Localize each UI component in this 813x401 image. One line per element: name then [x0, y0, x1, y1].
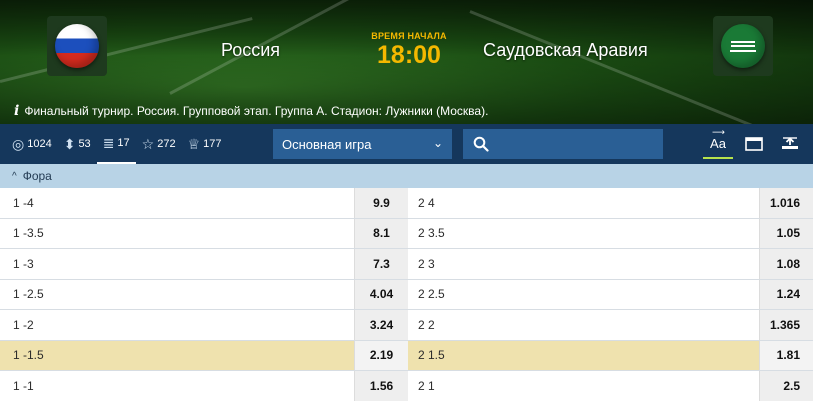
arrow-right-icon: ⟶ — [712, 126, 725, 137]
left-odd-button[interactable]: 9.9 — [354, 188, 408, 218]
start-time-label: ВРЕМЯ НАЧАЛА — [371, 31, 447, 41]
left-handicap-label: 1 -3.5 — [13, 226, 44, 241]
left-handicap-label: 1 -4 — [13, 195, 34, 210]
table-row: 1 -1.5 2.19 2 1.5 1.81 — [0, 340, 813, 371]
left-odd-button[interactable]: 8.1 — [354, 218, 408, 248]
table-row: 1 -2.5 4.04 2 2.5 1.24 — [0, 279, 813, 310]
all-markets-filter[interactable]: ◎ 1024 — [6, 124, 58, 164]
saudi-arabia-flag-icon — [721, 24, 765, 68]
star-icon: ☆ — [141, 135, 155, 152]
left-handicap-label: 1 -2 — [13, 317, 34, 332]
window-icon — [745, 137, 763, 151]
market-toolbar: ◎ 1024 ⬍ 53 ≣ 17 ☆ 272 ♕ 177 Основная иг… — [0, 124, 813, 164]
home-team-flag — [47, 16, 107, 76]
bars-icon: ≣ — [102, 134, 115, 151]
section-title: Фора — [22, 169, 52, 183]
search-input[interactable] — [463, 129, 663, 159]
left-odd-button[interactable]: 1.56 — [354, 371, 408, 401]
right-odd-button[interactable]: 1.24 — [759, 279, 813, 309]
table-row: 1 -4 9.9 2 4 1.016 — [0, 188, 813, 219]
right-handicap-label: 2 2.5 — [418, 287, 445, 302]
away-team-flag — [713, 16, 773, 76]
table-row: 1 -3 7.3 2 3 1.08 — [0, 249, 813, 280]
right-handicap-label: 2 1 — [418, 378, 435, 393]
stat-count: 1024 — [27, 138, 52, 150]
stat-count: 17 — [117, 137, 130, 149]
handicap-section-header[interactable]: ^ Фора — [0, 164, 813, 188]
left-handicap-label: 1 -1 — [13, 378, 34, 393]
market-select-value: Основная игра — [282, 136, 372, 152]
right-handicap-label: 2 2 — [418, 317, 435, 332]
stat-count: 272 — [157, 138, 176, 150]
chevron-down-icon: ⌄ — [432, 136, 443, 150]
right-handicap-label: 2 3.5 — [418, 226, 445, 241]
left-handicap-label: 1 -2.5 — [13, 287, 44, 302]
right-odd-button[interactable]: 2.5 — [759, 371, 813, 401]
chevron-up-icon: ^ — [12, 170, 17, 182]
right-odd-button[interactable]: 1.365 — [759, 310, 813, 340]
info-icon: i — [14, 103, 20, 119]
trophy-icon: ♕ — [187, 135, 201, 152]
font-size-toggle[interactable]: ⟶ Aa — [703, 126, 733, 159]
left-odd-button[interactable]: 4.04 — [354, 279, 408, 309]
bars-filter[interactable]: ≣ 17 — [96, 124, 136, 164]
left-odd-button[interactable]: 3.24 — [354, 310, 408, 340]
right-handicap-label: 2 4 — [418, 195, 435, 210]
match-info-text: Финальный турнир. Россия. Групповой этап… — [24, 104, 489, 118]
left-handicap-label: 1 -1.5 — [13, 348, 44, 363]
right-odd-button[interactable]: 1.81 — [759, 340, 813, 370]
table-row: 1 -2 3.24 2 2 1.365 — [0, 310, 813, 341]
home-team-name: Россия — [221, 40, 281, 60]
right-odd-button[interactable]: 1.016 — [759, 188, 813, 218]
window-view-button[interactable] — [739, 129, 769, 159]
handicap-rows: 1 -4 9.9 2 4 1.016 1 -3.5 8.1 2 3.5 1.05… — [0, 188, 813, 401]
left-odd-button[interactable]: 7.3 — [354, 249, 408, 279]
match-header: Россия ВРЕМЯ НАЧАЛА 18:00 Саудовская Ара… — [0, 0, 813, 124]
font-toggle-label: Aa — [710, 135, 726, 151]
start-time: 18:00 — [377, 41, 441, 69]
market-select[interactable]: Основная игра ⌄ — [273, 129, 452, 159]
table-row: 1 -1 1.56 2 1 2.5 — [0, 371, 813, 401]
right-odd-button[interactable]: 1.05 — [759, 218, 813, 248]
right-handicap-label: 2 1.5 — [418, 348, 445, 363]
sort-icon: ⬍ — [63, 135, 76, 152]
left-handicap-label: 1 -3 — [13, 256, 34, 271]
sort-filter[interactable]: ⬍ 53 — [58, 124, 97, 164]
search-icon — [473, 136, 489, 152]
away-team-name: Саудовская Аравия — [483, 40, 648, 60]
right-handicap-label: 2 3 — [418, 256, 435, 271]
trophy-filter[interactable]: ♕ 177 — [182, 124, 228, 164]
stat-count: 177 — [203, 138, 222, 150]
table-row: 1 -3.5 8.1 2 3.5 1.05 — [0, 218, 813, 249]
field-line — [0, 17, 253, 83]
collapse-button[interactable] — [775, 129, 805, 159]
left-odd-button[interactable]: 2.19 — [354, 340, 408, 370]
match-info: i Финальный турнир. Россия. Групповой эт… — [14, 103, 488, 119]
favorites-filter[interactable]: ☆ 272 — [136, 124, 182, 164]
russia-flag-icon — [55, 24, 99, 68]
pin-top-icon — [782, 137, 798, 149]
target-icon: ◎ — [12, 135, 25, 152]
right-odd-button[interactable]: 1.08 — [759, 249, 813, 279]
stat-count: 53 — [78, 138, 91, 150]
